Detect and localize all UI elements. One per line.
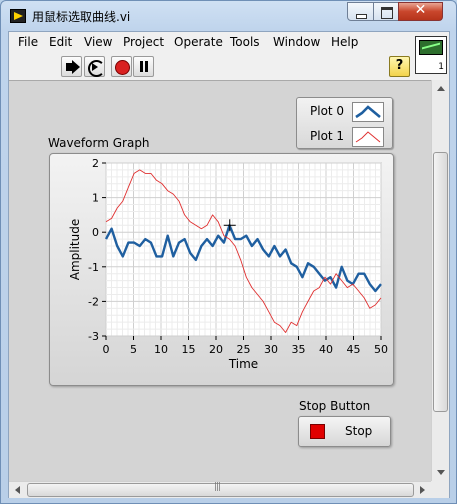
plot-legend[interactable]: Plot 0 Plot 1 [296,97,393,149]
front-panel-window: File Edit View Project Operate Tools Window Hel… [8,31,450,498]
waveform-graph[interactable]: 0 5 10 15 20 25 30 35 40 45 50 2 1 0 -1 -2 -3 Time Amplitu… [49,153,394,386]
x-tick-label: 40 [319,343,333,356]
stop-button-text: Stop [345,424,373,438]
labview-app-icon[interactable] [10,9,26,23]
title-bar[interactable]: 用鼠标选取曲线.vi ✕ [1,1,456,31]
toolbar: ? [9,54,414,80]
y-tick-label: -1 [88,261,99,274]
close-button[interactable]: ✕ [398,2,443,21]
x-tick-label: 25 [237,343,251,356]
y-tick-label: 2 [92,157,99,170]
vertical-scrollbar[interactable] [431,80,449,481]
x-tick-label: 35 [292,343,306,356]
graph-label: Waveform Graph [48,136,150,150]
menu-project[interactable]: Project [123,35,164,49]
maximize-button[interactable] [373,2,399,21]
x-tick-label: 45 [347,343,361,356]
scroll-down-arrow-icon[interactable] [437,470,445,475]
x-tick-label: 15 [182,343,196,356]
context-help-icon[interactable]: ? [389,56,410,77]
x-axis-label: Time [228,357,258,371]
menu-help[interactable]: Help [331,35,358,49]
front-panel[interactable]: Plot 0 Plot 1 Waveform Graph 0 5 10 15 20 25 30… [9,80,431,481]
legend-label: Plot 1 [310,129,345,143]
graph-screen-icon [419,40,443,55]
legend-item[interactable]: Plot 1 [297,125,394,149]
run-icon[interactable] [61,56,82,77]
run-continuously-icon[interactable] [84,56,105,77]
menu-file[interactable]: File [18,35,38,49]
scroll-up-arrow-icon[interactable] [437,86,445,91]
menu-bar: File Edit View Project Operate Tools Window Hel… [9,32,414,54]
window-title: 用鼠标选取曲线.vi [32,10,131,24]
horizontal-scrollbar[interactable] [9,481,431,498]
menu-tools[interactable]: Tools [230,35,260,49]
legend-swatch[interactable] [352,102,384,122]
x-tick-label: 50 [374,343,388,356]
scroll-right-arrow-icon[interactable] [420,486,425,494]
horizontal-scroll-thumb[interactable] [27,482,414,497]
y-tick-label: 1 [92,192,99,205]
y-tick-label: 0 [92,226,99,239]
legend-label: Plot 0 [310,104,345,118]
x-tick-label: 30 [264,343,278,356]
vi-icon-number: 1 [438,62,444,72]
pause-icon[interactable] [133,56,154,77]
menu-window[interactable]: Window [273,35,320,49]
stop-led-icon [310,424,325,439]
x-tick-label: 20 [209,343,223,356]
vi-connector-icon[interactable]: 1 [415,36,447,74]
x-tick-label: 0 [103,343,110,356]
y-tick-label: -3 [88,330,99,343]
menu-view[interactable]: View [84,35,112,49]
legend-item[interactable]: Plot 0 [297,100,394,124]
stop-button[interactable]: Stop [298,416,391,447]
stop-button-label: Stop Button [299,399,371,413]
size-grip[interactable] [431,481,449,498]
menu-edit[interactable]: Edit [49,35,72,49]
scroll-left-arrow-icon[interactable] [15,486,20,494]
x-tick-label: 5 [130,343,137,356]
vi-window: 用鼠标选取曲线.vi ✕ File Edit View Project Operate T… [0,0,457,504]
x-tick-label: 10 [154,343,168,356]
vertical-scroll-thumb[interactable] [433,152,448,412]
y-axis-label: Amplitude [68,219,82,281]
y-tick-label: -2 [88,295,99,308]
menu-operate[interactable]: Operate [174,35,223,49]
legend-swatch[interactable] [352,127,384,147]
waveform-chart[interactable]: 0 5 10 15 20 25 30 35 40 45 50210-1-2-3TimeAmplitu… [50,154,395,387]
close-icon: ✕ [414,2,427,18]
minimize-button[interactable] [347,2,374,21]
abort-icon[interactable] [111,56,132,77]
